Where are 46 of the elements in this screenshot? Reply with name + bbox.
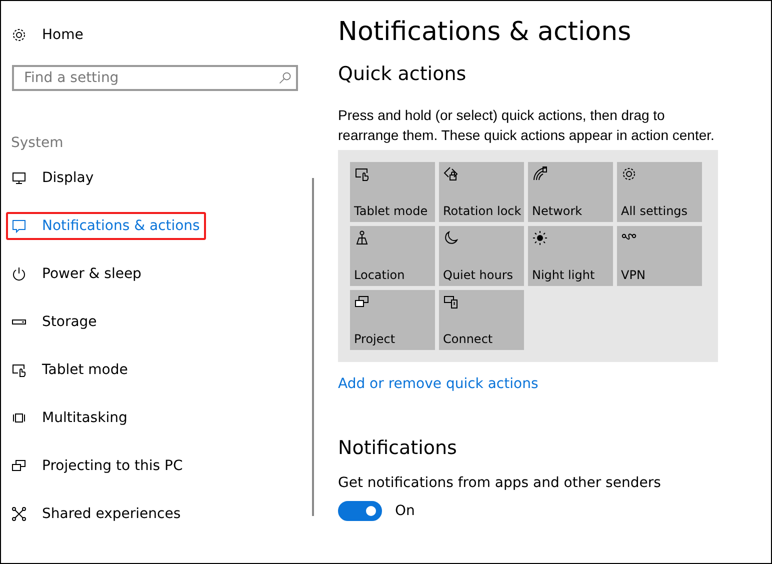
search-field[interactable]: Find a setting	[12, 65, 298, 91]
toggle-label: On	[395, 503, 415, 519]
nav-item[interactable]: Projecting to this PC	[6, 452, 189, 480]
quick-action-tile[interactable]: Connect	[439, 290, 524, 350]
section-label: System	[11, 135, 64, 151]
location-icon	[354, 230, 370, 246]
monitor-icon	[11, 170, 27, 186]
nav-item[interactable]: Power & sleep	[6, 260, 148, 288]
tablet-icon	[11, 362, 27, 378]
quick-action-tile[interactable]: Project	[350, 290, 435, 350]
quick-action-tile[interactable]: All settings	[617, 162, 702, 222]
nav-item[interactable]: Multitasking	[6, 404, 134, 432]
add-remove-link[interactable]: Add or remove quick actions	[338, 376, 771, 392]
toggle-switch[interactable]	[338, 501, 382, 521]
speech-bubble-icon	[11, 218, 27, 234]
nav-item[interactable]: Storage	[6, 308, 103, 336]
share-icon	[11, 506, 27, 522]
home-link[interactable]: Home	[1, 23, 313, 47]
nav-item[interactable]: Display	[6, 164, 100, 192]
power-icon	[11, 266, 27, 282]
page-title: Notifications & actions	[338, 17, 632, 47]
settings-icon	[621, 166, 637, 182]
quick-action-tile[interactable]: VPN	[617, 226, 702, 286]
setting-label: Get notifications from apps and other senders	[338, 475, 662, 491]
quick-action-tile[interactable]: Night light	[528, 226, 613, 286]
quick-action-tile[interactable]: Quiet hours	[439, 226, 524, 286]
quick-action-tile[interactable]: Location	[350, 226, 435, 286]
signal-icon	[532, 166, 548, 182]
description: Press and hold (or select) quick actions, then drag to rearrange them. These quick actions appear in action center.	[338, 106, 716, 145]
lock-icon	[443, 166, 459, 182]
connect-icon	[443, 294, 459, 310]
search-icon	[278, 71, 292, 85]
tablet-icon	[354, 166, 370, 182]
moon-icon	[443, 230, 459, 246]
nav-item[interactable]: Notifications & actions	[6, 212, 206, 240]
projector-icon	[11, 458, 27, 474]
nav-item[interactable]: Tablet mode	[6, 356, 134, 384]
projector-icon	[354, 294, 370, 310]
quick-action-tile[interactable]: Network	[528, 162, 613, 222]
quick-action-tile[interactable]: Rotation lock	[439, 162, 524, 222]
quick-action-tile[interactable]: Tablet mode	[350, 162, 435, 222]
section-heading: Notifications	[338, 437, 458, 459]
nav-item[interactable]: Shared experiences	[6, 500, 187, 528]
sun-icon	[532, 230, 548, 246]
section-heading: Quick actions	[338, 63, 468, 85]
settings-icon	[11, 27, 27, 43]
